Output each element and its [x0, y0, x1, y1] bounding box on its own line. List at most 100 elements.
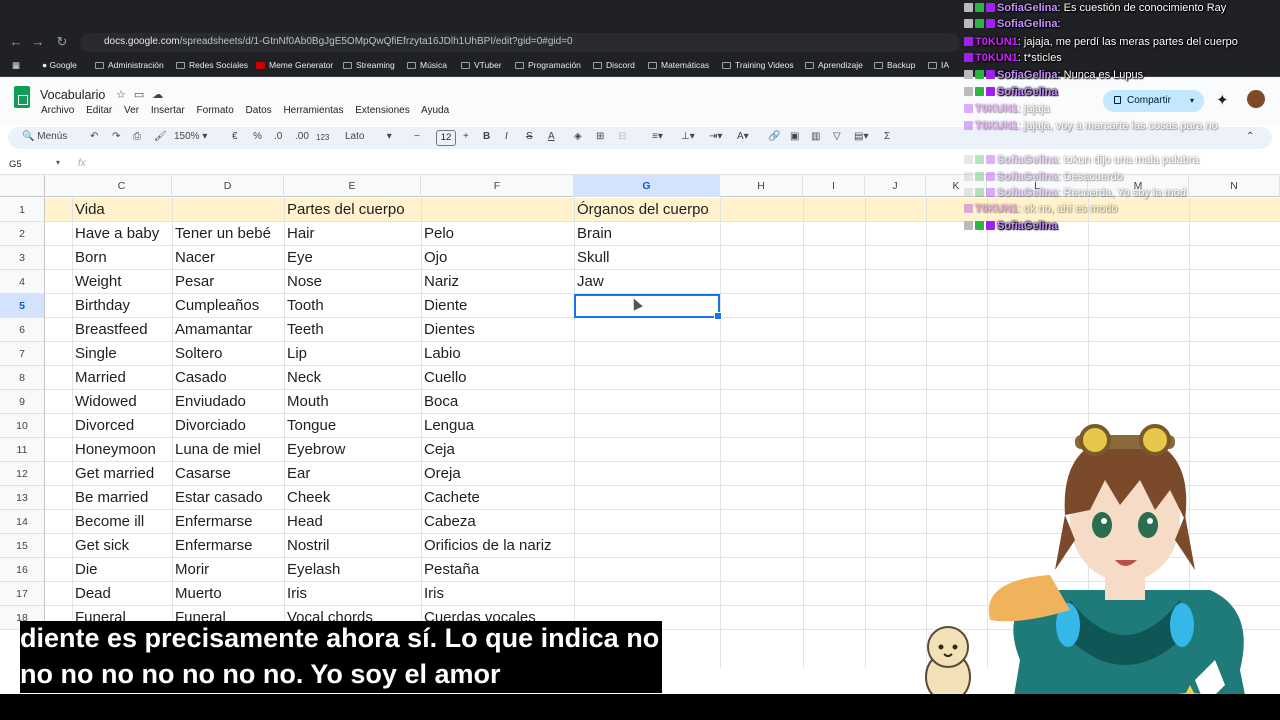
cell-c14[interactable]: Become ill [75, 513, 144, 530]
cell-c16[interactable]: Die [75, 561, 98, 578]
row-header-13[interactable]: 13 [0, 486, 45, 510]
cell-f5[interactable]: Diente [424, 297, 467, 314]
cell-e3[interactable]: Eye [287, 249, 313, 266]
column-header-c[interactable]: C [72, 175, 172, 197]
cell-g2[interactable]: Brain [577, 225, 612, 242]
cell-e2[interactable]: Hair [287, 225, 315, 242]
link-icon[interactable]: 🔗 [768, 131, 780, 142]
bookmark-discord[interactable]: Discord [593, 60, 635, 70]
cell-c4[interactable]: Weight [75, 273, 121, 290]
row-header-8[interactable]: 8 [0, 366, 45, 390]
cell-f12[interactable]: Oreja [424, 465, 461, 482]
cell-f2[interactable]: Pelo [424, 225, 454, 242]
cell-c2[interactable]: Have a baby [75, 225, 159, 242]
menu-herramientas[interactable]: Herramientas [283, 105, 343, 116]
bookmark-streaming[interactable]: Streaming [343, 60, 395, 70]
row-header-1[interactable]: 1 [0, 198, 45, 222]
row-header-16[interactable]: 16 [0, 558, 45, 582]
bookmark-matematicas[interactable]: Matemáticas [648, 60, 709, 70]
cell-d11[interactable]: Luna de miel [175, 441, 261, 458]
cell-c13[interactable]: Be married [75, 489, 148, 506]
row-header-5[interactable]: 5 [0, 294, 45, 318]
cell-e5[interactable]: Tooth [287, 297, 324, 314]
select-all-corner[interactable] [0, 175, 45, 197]
menu-archivo[interactable]: Archivo [41, 105, 74, 116]
italic-button[interactable]: I [505, 131, 508, 142]
cell-c6[interactable]: Breastfeed [75, 321, 148, 338]
cell-d16[interactable]: Morir [175, 561, 209, 578]
row-header-6[interactable]: 6 [0, 318, 45, 342]
cell-d2[interactable]: Tener un bebé [175, 225, 271, 242]
undo-icon[interactable]: ↶ [90, 131, 98, 142]
cell-f15[interactable]: Orificios de la nariz [424, 537, 552, 554]
text-rotation-icon[interactable]: A▾ [737, 131, 749, 142]
cell-c3[interactable]: Born [75, 249, 107, 266]
back-icon[interactable]: ← [8, 34, 24, 50]
cell-d15[interactable]: Enfermarse [175, 537, 253, 554]
row-header-14[interactable]: 14 [0, 510, 45, 534]
doc-title[interactable]: Vocabulario [40, 88, 105, 102]
cell-g3[interactable]: Skull [577, 249, 610, 266]
cell-e14[interactable]: Head [287, 513, 323, 530]
active-cell-g5[interactable] [574, 294, 722, 320]
row-header-15[interactable]: 15 [0, 534, 45, 558]
redo-icon[interactable]: ↷ [112, 131, 120, 142]
apps-icon[interactable]: ▦ [12, 60, 20, 71]
text-color-button[interactable]: A [548, 131, 555, 142]
row-header-3[interactable]: 3 [0, 246, 45, 270]
paint-format-icon[interactable]: 🖌 [154, 131, 167, 142]
cell-d10[interactable]: Divorciado [175, 417, 246, 434]
cell-e16[interactable]: Eyelash [287, 561, 340, 578]
bookmark-musica[interactable]: Música [407, 60, 447, 70]
column-header-f[interactable]: F [421, 175, 574, 197]
menu-formato[interactable]: Formato [197, 105, 234, 116]
name-box[interactable]: G5 [9, 159, 22, 170]
menu-insertar[interactable]: Insertar [151, 105, 185, 116]
font-select[interactable]: Lato ▾ [345, 131, 392, 142]
menu-extensiones[interactable]: Extensiones [355, 105, 409, 116]
decrease-decimal-button[interactable]: .0 [274, 131, 282, 142]
strikethrough-button[interactable]: S [526, 131, 533, 142]
text-wrap-icon[interactable]: ⇥▾ [709, 131, 722, 142]
vertical-align-icon[interactable]: ⊥▾ [681, 131, 695, 142]
cell-d4[interactable]: Pesar [175, 273, 214, 290]
chart-icon[interactable]: ▥ [811, 131, 820, 142]
cell-d3[interactable]: Nacer [175, 249, 215, 266]
merge-cells-icon[interactable]: ⊟ [618, 131, 626, 142]
star-folder-cloud-icons[interactable]: ☆▭☁ [116, 88, 171, 101]
sheets-logo-icon[interactable] [14, 86, 30, 108]
cell-f14[interactable]: Cabeza [424, 513, 476, 530]
cell-c1[interactable]: Vida [75, 201, 105, 218]
cell-e11[interactable]: Eyebrow [287, 441, 345, 458]
fill-color-icon[interactable]: ◈ [574, 131, 582, 142]
row-header-12[interactable]: 12 [0, 462, 45, 486]
font-size-input[interactable]: 12 [436, 130, 456, 146]
cell-c12[interactable]: Get married [75, 465, 154, 482]
column-header-h[interactable]: H [720, 175, 803, 197]
menu-datos[interactable]: Datos [246, 105, 272, 116]
cell-c15[interactable]: Get sick [75, 537, 129, 554]
cell-f4[interactable]: Nariz [424, 273, 459, 290]
cell-c9[interactable]: Widowed [75, 393, 137, 410]
cell-d17[interactable]: Muerto [175, 585, 222, 602]
zoom-select[interactable]: 150% ▾ [174, 131, 207, 142]
column-header-d[interactable]: D [172, 175, 284, 197]
cell-f8[interactable]: Cuello [424, 369, 467, 386]
cell-g1[interactable]: Órganos del cuerpo [577, 201, 709, 218]
bookmark-ia[interactable]: IA [928, 60, 949, 70]
bookmark-programacion[interactable]: Programación [515, 60, 581, 70]
cell-e10[interactable]: Tongue [287, 417, 336, 434]
chevron-down-icon[interactable]: ▾ [56, 158, 60, 167]
align-left-icon[interactable]: ≡▾ [652, 131, 663, 142]
filter-views-icon[interactable]: ▤▾ [854, 131, 868, 142]
row-header-17[interactable]: 17 [0, 582, 45, 606]
cell-e8[interactable]: Neck [287, 369, 321, 386]
column-header-i[interactable]: I [803, 175, 865, 197]
row-header-9[interactable]: 9 [0, 390, 45, 414]
currency-button[interactable]: € [232, 131, 238, 142]
cell-f17[interactable]: Iris [424, 585, 444, 602]
row-header-11[interactable]: 11 [0, 438, 45, 462]
cell-d12[interactable]: Casarse [175, 465, 231, 482]
cell-d14[interactable]: Enfermarse [175, 513, 253, 530]
cell-f7[interactable]: Labio [424, 345, 461, 362]
